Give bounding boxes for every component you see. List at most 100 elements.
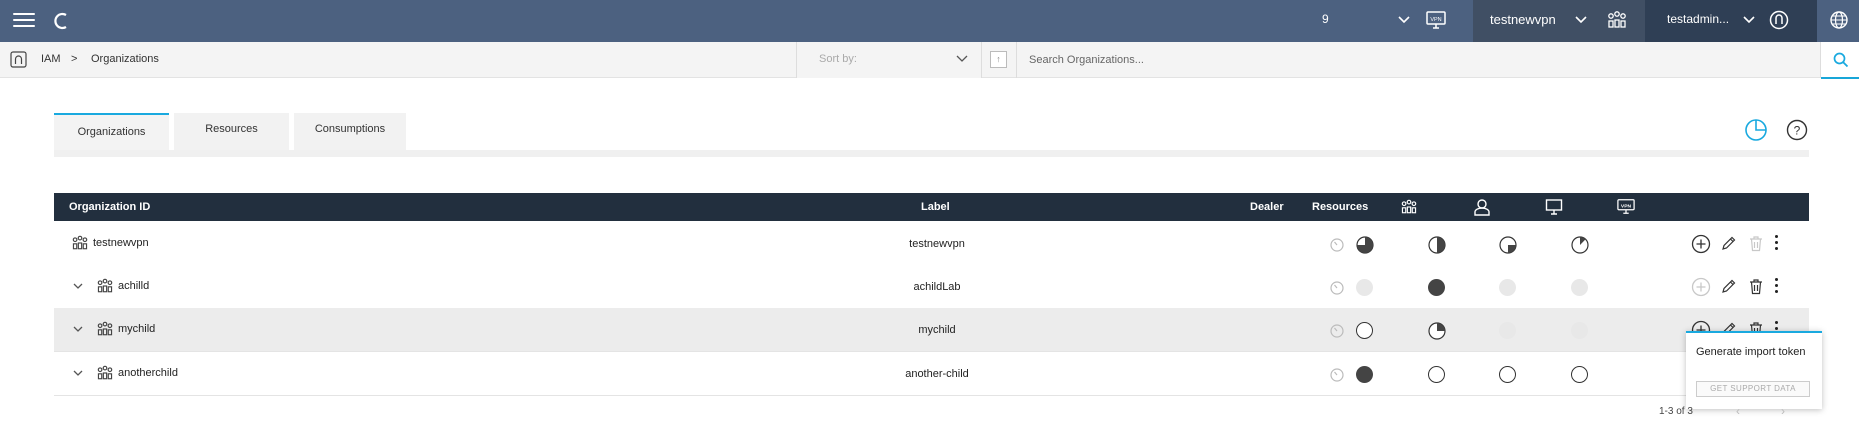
- delete-trash-icon[interactable]: [1748, 235, 1764, 252]
- usage-indicator: [1571, 279, 1588, 296]
- user-name: testadmin...: [1667, 12, 1730, 26]
- svg-text:?: ?: [1794, 124, 1801, 138]
- search-underline: [1821, 77, 1859, 79]
- add-child-button[interactable]: [1691, 277, 1711, 297]
- consumption-pie-icon[interactable]: [1744, 118, 1768, 142]
- network-devices-icon: [97, 365, 113, 380]
- label-cell: testnewvpn: [909, 238, 965, 250]
- search-button[interactable]: [1820, 42, 1859, 79]
- organization-selector[interactable]: testnewvpn: [1473, 0, 1645, 42]
- search-icon: [1833, 52, 1849, 68]
- pagination-info: 1-3 of 3: [1659, 406, 1693, 417]
- usage-pie-indicator[interactable]: [1428, 236, 1446, 254]
- usage-indicator[interactable]: [1499, 366, 1516, 383]
- network-devices-icon: [97, 321, 113, 336]
- next-page-button[interactable]: ›: [1781, 404, 1785, 418]
- prev-page-button[interactable]: ‹: [1736, 404, 1740, 418]
- user-icon: [1474, 199, 1490, 216]
- org-id-cell[interactable]: mychild: [118, 323, 155, 335]
- user-avatar-icon[interactable]: [1769, 10, 1789, 30]
- chevron-down-icon[interactable]: [72, 323, 84, 335]
- header-label[interactable]: Label: [921, 201, 950, 213]
- sort-placeholder: Sort by:: [819, 53, 857, 65]
- usage-indicator: [1499, 322, 1516, 339]
- label-cell: achildLab: [913, 281, 961, 293]
- usage-indicator: [1356, 279, 1373, 296]
- edit-pencil-icon[interactable]: [1720, 278, 1737, 295]
- desktop-icon: [1545, 199, 1563, 215]
- usage-indicator[interactable]: [1428, 366, 1445, 383]
- search-input[interactable]: [1029, 50, 1729, 70]
- header-resources: Resources: [1312, 201, 1369, 213]
- network-devices-icon[interactable]: [1606, 9, 1628, 31]
- chevron-down-icon[interactable]: [1396, 12, 1412, 28]
- usage-indicator[interactable]: [1356, 366, 1373, 383]
- usage-indicator[interactable]: [1356, 322, 1373, 339]
- breadcrumb-organizations: Organizations: [91, 53, 159, 65]
- usage-indicator[interactable]: [1571, 366, 1588, 383]
- usage-pie-indicator[interactable]: [1428, 322, 1446, 340]
- chevron-down-icon[interactable]: [72, 280, 84, 292]
- hamburger-icon[interactable]: [13, 9, 35, 33]
- top-bar: 9 VPN testnewvpn testadmin...: [0, 0, 1859, 42]
- sort-direction-button[interactable]: ↑: [990, 51, 1007, 68]
- network-devices-icon: [97, 278, 113, 293]
- user-menu[interactable]: testadmin...: [1645, 0, 1817, 42]
- resources-gauge-icon[interactable]: [1330, 281, 1344, 295]
- home-icon[interactable]: [10, 51, 27, 68]
- vpn-icon[interactable]: VPN: [1425, 9, 1447, 31]
- globe-icon[interactable]: [1829, 10, 1849, 30]
- tab-divider: [54, 150, 1809, 157]
- tab-consumptions[interactable]: Consumptions: [294, 113, 406, 150]
- table-row[interactable]: achilld achildLab: [54, 265, 1809, 309]
- svg-text:VPN: VPN: [1430, 17, 1441, 23]
- header-dealer: Dealer: [1250, 201, 1284, 213]
- tab-organizations[interactable]: Organizations: [54, 113, 169, 150]
- org-id-cell[interactable]: anotherchild: [118, 367, 178, 379]
- generate-import-token-item[interactable]: Generate import token: [1696, 346, 1805, 358]
- resources-gauge-icon[interactable]: [1330, 238, 1344, 252]
- resources-gauge-icon[interactable]: [1330, 368, 1344, 382]
- table-row[interactable]: anotherchild another-child: [54, 352, 1809, 396]
- more-options-icon[interactable]: [1775, 278, 1779, 296]
- header-org-id[interactable]: Organization ID: [69, 201, 150, 213]
- usage-indicator: [1499, 279, 1516, 296]
- chevron-down-icon[interactable]: [1573, 12, 1589, 28]
- edit-pencil-icon[interactable]: [1720, 235, 1737, 252]
- resources-gauge-icon[interactable]: [1330, 324, 1344, 338]
- c-logo-icon[interactable]: [52, 10, 70, 32]
- table-row[interactable]: mychild mychild: [54, 308, 1809, 352]
- help-icon[interactable]: ?: [1786, 119, 1808, 141]
- table-row[interactable]: testnewvpn testnewvpn: [54, 222, 1809, 266]
- usage-pie-indicator[interactable]: [1356, 236, 1374, 254]
- chevron-down-icon[interactable]: [1741, 12, 1757, 28]
- breadcrumb-bar: IAM > Organizations Sort by: ↑: [0, 42, 1859, 79]
- label-cell: mychild: [918, 324, 956, 336]
- delete-trash-icon[interactable]: [1748, 278, 1764, 295]
- table-header: Organization ID Label Dealer Resources V…: [54, 193, 1809, 221]
- org-id-cell[interactable]: testnewvpn: [93, 237, 149, 249]
- breadcrumb-separator: >: [71, 53, 78, 65]
- network-devices-icon: [1401, 199, 1417, 214]
- notification-count[interactable]: 9: [1322, 12, 1329, 26]
- usage-indicator: [1571, 322, 1588, 339]
- label-cell: another-child: [905, 368, 969, 380]
- current-org-name: testnewvpn: [1490, 12, 1556, 27]
- row-context-menu: Generate import token GET SUPPORT DATA: [1686, 331, 1822, 409]
- get-support-data-button[interactable]: GET SUPPORT DATA: [1696, 381, 1810, 397]
- add-child-button[interactable]: [1691, 234, 1711, 254]
- usage-pie-indicator[interactable]: [1499, 236, 1517, 254]
- tab-resources[interactable]: Resources: [174, 113, 289, 150]
- network-devices-icon: [72, 235, 88, 250]
- vpn-icon: VPN: [1617, 199, 1635, 214]
- sort-select[interactable]: Sort by:: [796, 42, 982, 78]
- chevron-down-icon: [956, 55, 968, 62]
- usage-pie-indicator[interactable]: [1571, 236, 1589, 254]
- chevron-down-icon[interactable]: [72, 367, 84, 379]
- org-id-cell[interactable]: achilld: [118, 280, 149, 292]
- breadcrumb-iam[interactable]: IAM: [41, 53, 61, 65]
- search-field[interactable]: [1016, 42, 1820, 78]
- svg-text:VPN: VPN: [1621, 203, 1632, 209]
- more-options-icon[interactable]: [1775, 235, 1779, 253]
- usage-indicator[interactable]: [1428, 279, 1445, 296]
